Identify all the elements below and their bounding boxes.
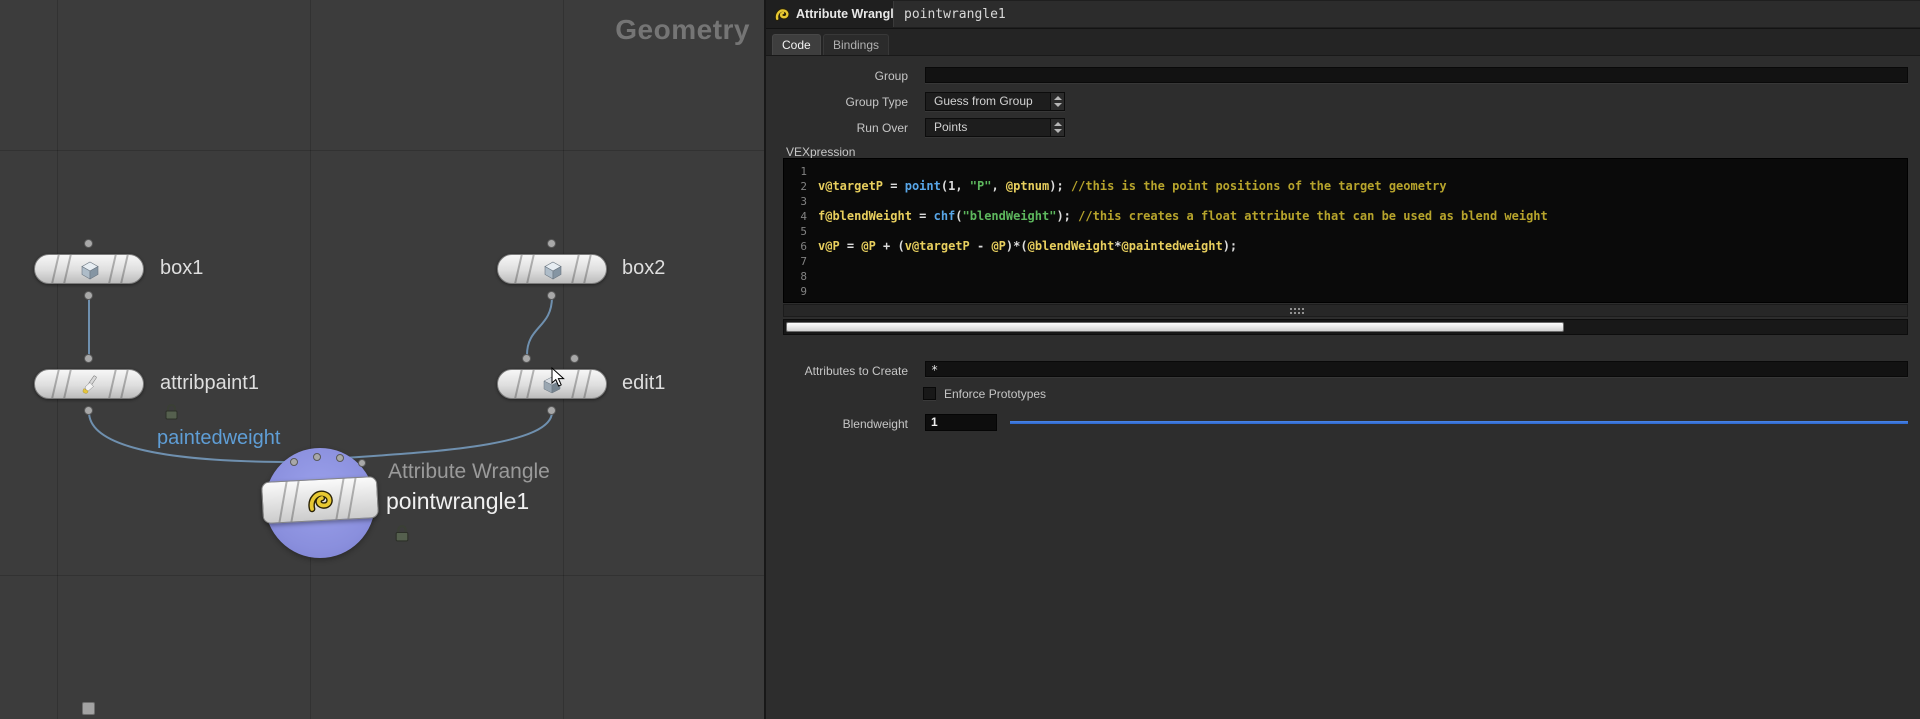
node-input-connector[interactable] xyxy=(84,354,93,363)
node-type-title: Attribute Wrangle xyxy=(796,0,901,29)
cube-icon xyxy=(542,259,564,281)
node-output-connector[interactable] xyxy=(547,406,556,415)
run-over-dropdown[interactable]: Points xyxy=(925,118,1065,137)
cursor-icon xyxy=(551,367,566,393)
node-input-connector[interactable] xyxy=(358,459,366,467)
node-input-connector[interactable] xyxy=(547,239,556,248)
node-input-connector[interactable] xyxy=(313,453,321,461)
parameter-header: Attribute Wrangle pointwrangle1 xyxy=(766,0,1920,29)
group-type-label: Group Type xyxy=(778,95,908,109)
lock-icon xyxy=(394,524,410,547)
node-output-connector[interactable] xyxy=(84,406,93,415)
node-output-connector[interactable] xyxy=(84,291,93,300)
node-input-connector[interactable] xyxy=(290,458,298,466)
attributes-to-create-input[interactable]: * xyxy=(925,361,1908,377)
network-scrollbar-handle[interactable] xyxy=(82,702,95,715)
group-type-dropdown[interactable]: Guess from Group xyxy=(925,92,1065,111)
node-input-connector[interactable] xyxy=(522,354,531,363)
node-name-field[interactable]: pointwrangle1 xyxy=(893,1,1920,27)
resize-grip-icon[interactable] xyxy=(1289,307,1305,315)
node-label-attribpaint1: attribpaint1 xyxy=(160,372,259,395)
editor-resize-bar[interactable] xyxy=(783,304,1908,317)
enforce-prototypes-label: Enforce Prototypes xyxy=(944,387,1046,401)
cube-icon xyxy=(79,259,101,281)
run-over-label: Run Over xyxy=(778,121,908,135)
node-attribpaint1[interactable] xyxy=(34,369,144,399)
scrollbar-thumb[interactable] xyxy=(786,322,1564,332)
vex-code-lines[interactable]: v@targetP = point(1, "P", @ptnum); //thi… xyxy=(812,164,1907,302)
updown-arrows-icon[interactable] xyxy=(1050,119,1064,136)
node-label-box1: box1 xyxy=(160,257,203,280)
paintbrush-icon xyxy=(79,374,101,396)
group-label: Group xyxy=(778,69,908,83)
lock-icon xyxy=(164,403,179,425)
blendweight-label: Blendweight xyxy=(778,417,908,431)
node-type-label-pointwrangle1: Attribute Wrangle xyxy=(388,460,550,484)
group-type-value: Guess from Group xyxy=(934,94,1033,108)
node-box1[interactable] xyxy=(34,254,144,284)
attributes-to-create-label: Attributes to Create xyxy=(778,364,908,378)
vex-code-editor[interactable]: 123456789 v@targetP = point(1, "P", @ptn… xyxy=(783,158,1908,303)
group-input[interactable] xyxy=(925,67,1908,83)
wrangle-icon xyxy=(305,485,337,517)
editor-horizontal-scrollbar[interactable] xyxy=(783,319,1908,335)
node-wires xyxy=(0,0,766,719)
updown-arrows-icon[interactable] xyxy=(1050,93,1064,110)
tab-bindings[interactable]: Bindings xyxy=(823,34,889,55)
parameter-panel: Attribute Wrangle pointwrangle1 Code Bin… xyxy=(766,0,1920,719)
parameter-tabs: Code Bindings xyxy=(766,29,1920,56)
node-input-connector[interactable] xyxy=(570,354,579,363)
wrangle-icon xyxy=(774,6,791,23)
node-label-pointwrangle1: pointwrangle1 xyxy=(386,488,529,515)
vex-line-numbers: 123456789 xyxy=(784,164,812,302)
node-label-edit1: edit1 xyxy=(622,372,665,395)
vexpression-label: VEXpression xyxy=(786,145,855,159)
network-editor[interactable]: Geometry box1 box2 xyxy=(0,0,766,719)
node-label-box2: box2 xyxy=(622,257,665,280)
run-over-value: Points xyxy=(934,120,967,134)
blendweight-slider[interactable] xyxy=(1010,421,1908,424)
wire-label-paintedweight: paintedweight xyxy=(157,427,280,450)
enforce-prototypes-checkbox[interactable] xyxy=(923,387,936,400)
node-input-connector[interactable] xyxy=(336,454,344,462)
node-pointwrangle1[interactable] xyxy=(261,476,379,524)
node-box2[interactable] xyxy=(497,254,607,284)
blendweight-input[interactable]: 1 xyxy=(925,414,997,431)
node-output-connector[interactable] xyxy=(547,291,556,300)
tab-code[interactable]: Code xyxy=(772,34,821,55)
node-input-connector[interactable] xyxy=(84,239,93,248)
